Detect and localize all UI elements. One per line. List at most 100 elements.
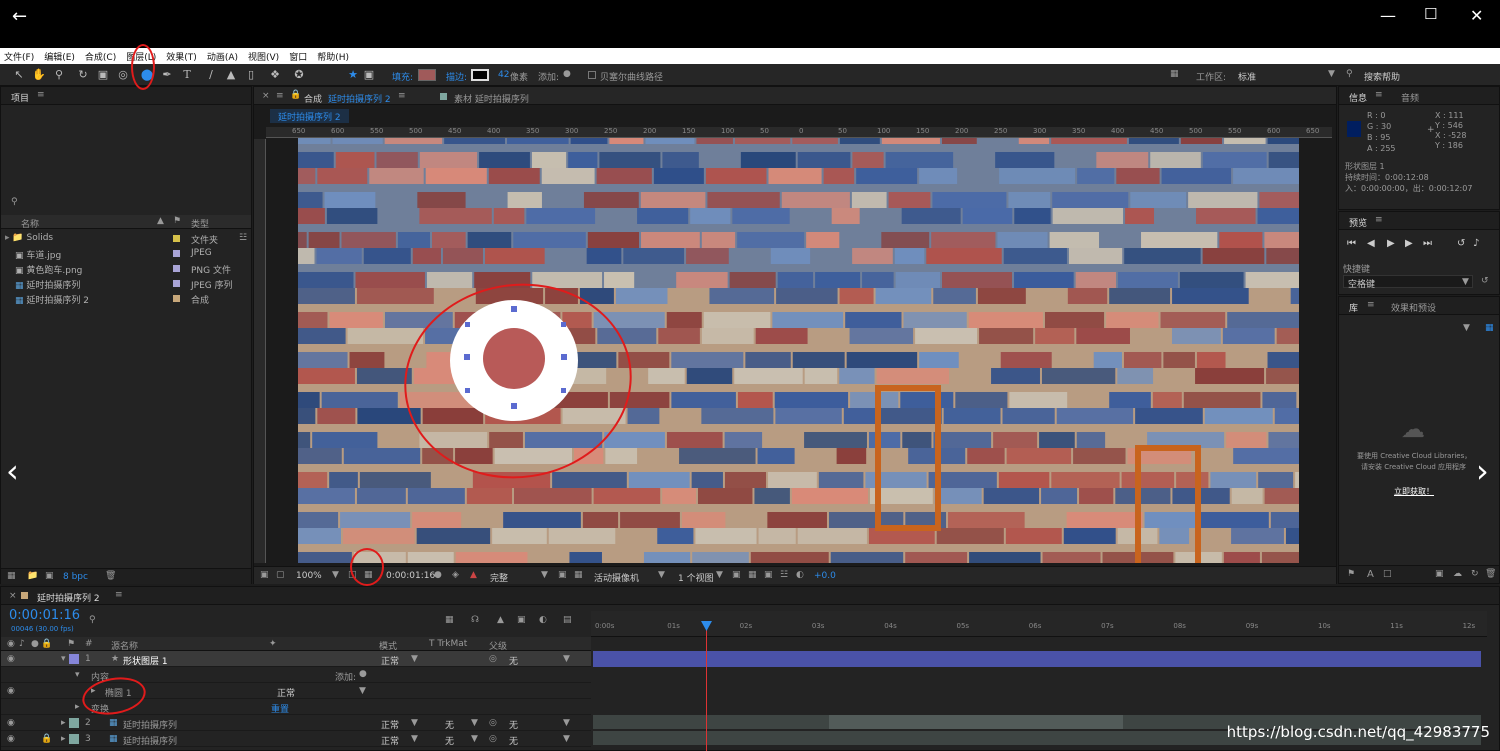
menu-icon[interactable]: ≡ [276,91,284,101]
stroke-swatch[interactable] [471,69,489,81]
play-icon[interactable]: ▶ [1387,238,1395,249]
mask-mode-icon[interactable]: ▣ [362,68,376,82]
expand-arrow-icon[interactable]: ▸ [75,702,80,712]
stock-icon[interactable]: ▣ [1435,569,1444,579]
reset-link[interactable]: 重置 [271,702,289,715]
layer-row[interactable]: ◉ ▸ 2 ▦ 延时拍摄序列 正常 ▼ 无 ▼ ◎ 无 ▼ [1,715,591,731]
mode-chevron-icon[interactable]: ▼ [411,734,418,744]
visibility-eye-icon[interactable]: ◉ [7,718,15,728]
panel-menu-icon[interactable]: ≡ [1375,215,1383,225]
exposure-value[interactable]: +0.0 [814,571,836,581]
reset-icon[interactable]: ↺ [1481,276,1489,286]
flowchart-icon[interactable]: ☳ [239,233,247,243]
list-item[interactable]: ▣ 黄色跑车.png PNG 文件 [5,263,231,277]
comp-tab-name[interactable]: 延时拍摄序列 2 [328,92,391,105]
layer-label-swatch[interactable] [69,718,79,728]
prev-frame-icon[interactable]: ◀ [1367,238,1375,249]
composition-viewer[interactable] [298,138,1299,563]
camera-chevron-icon[interactable]: ▼ [658,570,665,580]
col-trkmat[interactable]: T TrkMat [429,639,467,649]
bezier-checkbox[interactable] [588,71,596,79]
graphic-icon[interactable]: □ [1383,569,1392,579]
mode-chevron-icon[interactable]: ▼ [411,718,418,728]
layer-trkmat[interactable]: 无 [445,718,454,731]
panel-menu-icon[interactable]: ≡ [1375,90,1383,100]
expand-arrow-icon[interactable]: ▸ [61,734,66,744]
mute-icon[interactable]: ♪ [1473,238,1479,249]
trash-icon[interactable]: 🗑 [105,571,116,581]
list-item[interactable]: ▣ 车道.jpg JPEG [5,248,212,262]
project-tab[interactable]: 项目 [11,91,29,104]
comp-breadcrumb[interactable]: 延时拍摄序列 2 [270,109,349,123]
layer-parent[interactable]: 无 [509,718,518,731]
layer-row[interactable]: ◉ ▾ 1 ★ 形状图层 1 正常 ▼ ◎ 无 ▼ [1,651,591,667]
close-icon[interactable]: ✕ [1470,6,1483,25]
layer-1-duration-bar[interactable] [593,651,1481,667]
show-snapshot-icon[interactable]: ◈ [452,570,459,580]
panel-menu-icon[interactable]: ≡ [1367,300,1375,310]
mode-chevron-icon[interactable]: ▼ [359,686,366,696]
motion-blur-icon[interactable]: ◐ [539,615,547,625]
stroke-width[interactable]: 42 [498,70,509,80]
footage-tab[interactable]: 素材 延时拍摄序列 [454,92,529,105]
get-it-now-link[interactable]: 立即获取！ [1394,486,1434,497]
selection-tool-icon[interactable]: ↖ [12,68,26,82]
new-folder-icon[interactable]: 📁 [27,571,38,581]
close-tab-icon[interactable]: × [9,591,17,601]
hand-tool-icon[interactable]: ✋ [32,68,46,82]
draft-3d-icon[interactable]: ▦ [445,615,454,625]
color-channels-icon[interactable]: ▲ [470,570,477,580]
search-help-input[interactable]: 搜索帮助 [1364,70,1400,83]
toggle-pixel-icon[interactable]: ▣ [732,570,741,580]
layer-trkmat[interactable]: 无 [445,734,454,747]
menu-effect[interactable]: 效果(T) [166,50,197,63]
add-circle-icon[interactable]: ● [359,669,367,679]
menu-window[interactable]: 窗口 [289,50,307,63]
menu-view[interactable]: 视图(V) [248,50,279,63]
prev-arrow-icon[interactable]: ‹ [6,452,19,490]
playhead-line[interactable] [706,621,707,751]
list-view-icon[interactable]: ▦ [1485,323,1494,333]
close-tab-icon[interactable]: × [262,91,270,101]
resolution-chevron-icon[interactable]: ▼ [541,570,548,580]
menu-file[interactable]: 文件(F) [4,50,34,63]
layer-label-swatch[interactable] [69,654,79,664]
star-icon[interactable]: ★ [346,68,360,82]
frame-blend-icon[interactable]: ▣ [517,615,526,625]
cloud-icon[interactable]: ☁ [1453,569,1462,579]
pickwhip-icon[interactable]: ◎ [489,734,497,744]
menu-icon[interactable]: ≡ [398,91,406,101]
expand-arrow-icon[interactable]: ▸ [61,718,66,728]
camera-value[interactable]: 活动摄像机 [594,571,639,584]
col-name[interactable]: 名称 [21,217,39,230]
trkmat-chevron-icon[interactable]: ▼ [471,718,478,728]
visibility-eye-icon[interactable]: ◉ [7,654,15,664]
zoom-value[interactable]: 100% [296,571,322,581]
panel-menu-icon[interactable]: ≡ [115,590,123,600]
search-icon[interactable]: ⚲ [89,615,96,625]
menu-edit[interactable]: 编辑(E) [44,50,75,63]
maximize-icon[interactable]: ☐ [1424,5,1437,23]
timeline-icon[interactable]: ▣ [764,570,773,580]
puppet-tool-icon[interactable]: ✪ [292,68,306,82]
layer-mode[interactable]: 正常 [381,654,399,667]
layer-label-swatch[interactable] [69,734,79,744]
new-comp-icon[interactable]: ▣ [45,571,54,581]
brush-tool-icon[interactable]: ∕ [204,68,218,82]
col-type[interactable]: 类型 [191,217,209,230]
first-frame-icon[interactable]: ⏮ [1347,238,1356,249]
monitor-icon[interactable]: ▢ [276,570,285,580]
graph-editor-icon[interactable]: ▤ [563,615,572,625]
shy-icon[interactable]: ▲ [497,615,504,625]
sync-icon[interactable]: ↻ [1471,569,1479,579]
add-dropdown-icon[interactable]: ● [563,69,571,79]
exposure-icon[interactable]: ◐ [796,570,804,580]
next-arrow-icon[interactable]: › [1476,452,1489,490]
list-item[interactable]: ▸ 📁 Solids 文件夹 [5,233,218,247]
menu-help[interactable]: 帮助(H) [317,50,349,63]
timeline-tab[interactable]: 延时拍摄序列 2 [37,591,100,604]
text-tool-icon[interactable]: T [180,68,194,82]
layer-name[interactable]: 延时拍摄序列 [123,718,177,731]
layer-parent[interactable]: 无 [509,734,518,747]
ellipse-mode[interactable]: 正常 [277,686,295,699]
